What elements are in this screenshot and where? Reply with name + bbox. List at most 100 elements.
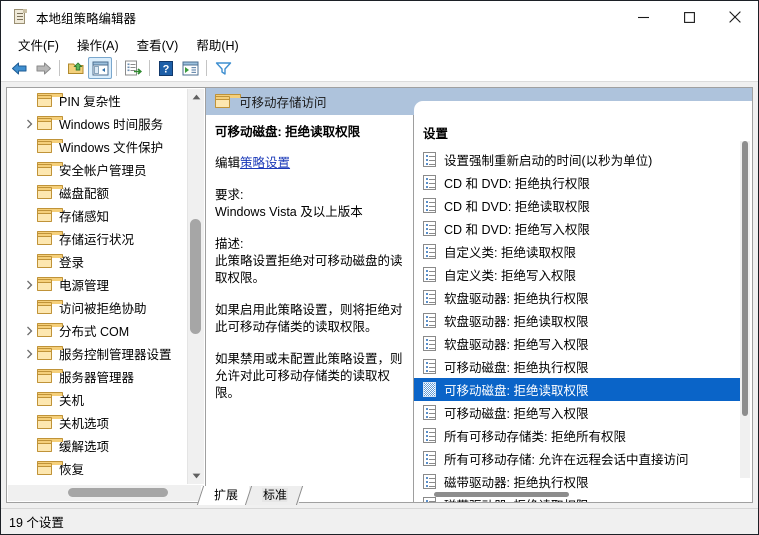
settings-list[interactable]: 设置 设置强制重新启动的时间(以秒为单位) CD 和 DVD: 拒绝执行权限 C… <box>414 115 752 502</box>
tree-item-label: 服务器管理器 <box>59 371 135 385</box>
folder-icon <box>37 92 63 109</box>
tree-item[interactable]: 关机 <box>8 388 188 411</box>
status-text: 19 个设置 <box>9 516 64 530</box>
up-folder-icon[interactable] <box>64 57 88 79</box>
list-item[interactable]: CD 和 DVD: 拒绝执行权限 <box>414 171 752 194</box>
list-item-label: 设置强制重新启动的时间(以秒为单位) <box>444 154 653 168</box>
edit-policy-setting-link[interactable]: 策略设置 <box>240 156 290 170</box>
tree-item[interactable]: Windows 时间服务 <box>8 112 188 135</box>
folder-icon <box>37 161 63 178</box>
policy-setting-icon <box>423 359 437 374</box>
menu-item-file[interactable]: 文件(F) <box>9 33 68 56</box>
description-label: 描述: <box>215 237 244 251</box>
tree-item-label: 存储感知 <box>59 210 110 224</box>
tree-item[interactable]: 服务器管理器 <box>8 365 188 388</box>
menu-item-view[interactable]: 查看(V) <box>128 33 188 56</box>
tab-standard-label: 标准 <box>262 488 289 502</box>
tree-item[interactable]: 分布式 COM <box>8 319 188 342</box>
settings-list-horizontal-scrollbar[interactable] <box>414 488 752 502</box>
window-controls <box>620 1 758 33</box>
chevron-placeholder <box>21 89 37 112</box>
chevron-right-icon[interactable] <box>21 319 37 342</box>
tree-item[interactable]: 存储运行状况 <box>8 227 188 250</box>
tree-item[interactable]: 电源管理 <box>8 273 188 296</box>
back-icon[interactable] <box>7 57 31 79</box>
tree-item[interactable]: PIN 复杂性 <box>8 89 188 112</box>
list-item[interactable]: 自定义类: 拒绝写入权限 <box>414 263 752 286</box>
list-item[interactable]: 设置强制重新启动的时间(以秒为单位) <box>414 148 752 171</box>
settings-list-scroll-thumb[interactable] <box>742 141 748 416</box>
list-item[interactable]: 软盘驱动器: 拒绝写入权限 <box>414 332 752 355</box>
chevron-right-icon[interactable] <box>21 112 37 135</box>
menu-item-help[interactable]: 帮助(H) <box>187 33 247 56</box>
policy-detail-panel: 可移动磁盘: 拒绝读取权限 编辑策略设置 要求: Windows Vista 及… <box>206 115 414 502</box>
tree-item[interactable]: 服务控制管理器设置 <box>8 342 188 365</box>
toolbar-separator <box>59 60 60 76</box>
list-item[interactable]: 自定义类: 拒绝读取权限 <box>414 240 752 263</box>
svg-text:?: ? <box>163 63 170 75</box>
list-item[interactable]: 软盘驱动器: 拒绝执行权限 <box>414 286 752 309</box>
tree-item-label: 分布式 COM <box>59 325 130 339</box>
tree-horizontal-scrollbar[interactable] <box>8 485 204 501</box>
tree-item[interactable]: 登录 <box>8 250 188 273</box>
tab-standard[interactable]: 标准 <box>244 486 304 505</box>
chevron-placeholder <box>21 181 37 204</box>
tree-item[interactable]: 脚本 <box>8 480 188 484</box>
chevron-placeholder <box>21 250 37 273</box>
list-item[interactable]: 软盘驱动器: 拒绝读取权限 <box>414 309 752 332</box>
tree-item[interactable]: 访问被拒绝协助 <box>8 296 188 319</box>
forward-icon[interactable] <box>31 57 55 79</box>
scroll-down-arrow-icon[interactable] <box>188 468 204 484</box>
policy-setting-icon <box>423 152 437 167</box>
settings-list-hscroll-thumb[interactable] <box>434 492 569 497</box>
close-button[interactable] <box>712 1 758 33</box>
policy-setting-icon <box>423 451 437 466</box>
tree-hscroll-thumb[interactable] <box>68 488 168 497</box>
console-tree[interactable]: PIN 复杂性 Windows 时间服务 Windows 文件保护 安全帐户管理… <box>8 89 188 484</box>
tree-item[interactable]: Windows 文件保护 <box>8 135 188 158</box>
tree-item[interactable]: 关机选项 <box>8 411 188 434</box>
list-item-label: CD 和 DVD: 拒绝执行权限 <box>444 177 590 191</box>
tree-item-label: 磁盘配额 <box>59 187 110 201</box>
minimize-button[interactable] <box>620 1 666 33</box>
tree-scroll-thumb[interactable] <box>190 219 201 334</box>
list-item[interactable]: 可移动磁盘: 拒绝执行权限 <box>414 355 752 378</box>
requirement-label: 要求: <box>215 188 244 202</box>
list-item[interactable]: 可移动磁盘: 拒绝写入权限 <box>414 401 752 424</box>
list-item-label: 可移动磁盘: 拒绝读取权限 <box>444 384 589 398</box>
folder-icon <box>215 93 241 110</box>
tree-item[interactable]: 安全帐户管理员 <box>8 158 188 181</box>
export-list-icon[interactable] <box>121 57 145 79</box>
list-item[interactable]: CD 和 DVD: 拒绝读取权限 <box>414 194 752 217</box>
list-item[interactable]: CD 和 DVD: 拒绝写入权限 <box>414 217 752 240</box>
tree-item[interactable]: 恢复 <box>8 457 188 480</box>
results-pane-header: 可移动存储访问 <box>206 88 752 115</box>
filter-icon[interactable] <box>211 57 235 79</box>
list-item-selected[interactable]: 可移动磁盘: 拒绝读取权限 <box>414 378 747 401</box>
list-item[interactable]: 所有可移动存储类: 拒绝所有权限 <box>414 424 752 447</box>
tab-extended[interactable]: 扩展 <box>196 486 254 505</box>
show-hide-tree-icon[interactable] <box>88 57 112 79</box>
toolbar-separator <box>116 60 117 76</box>
menu-item-action[interactable]: 操作(A) <box>68 33 128 56</box>
chevron-placeholder <box>21 434 37 457</box>
list-item[interactable]: 所有可移动存储: 允许在远程会话中直接访问 <box>414 447 752 470</box>
list-item-label: 自定义类: 拒绝读取权限 <box>444 246 576 260</box>
tree-item[interactable]: 磁盘配额 <box>8 181 188 204</box>
maximize-button[interactable] <box>666 1 712 33</box>
tree-vertical-scrollbar[interactable] <box>187 89 204 484</box>
tree-item[interactable]: 存储感知 <box>8 204 188 227</box>
help-icon[interactable]: ? <box>154 57 178 79</box>
toolbar: ? <box>1 55 758 82</box>
chevron-right-icon[interactable] <box>21 273 37 296</box>
header-notch <box>414 101 752 115</box>
tree-item-label: 缓解选项 <box>59 440 110 454</box>
list-item-label: CD 和 DVD: 拒绝写入权限 <box>444 223 590 237</box>
settings-list-vertical-scrollbar[interactable] <box>740 141 750 478</box>
properties-icon[interactable] <box>178 57 202 79</box>
policy-setting-icon <box>423 290 437 305</box>
chevron-right-icon[interactable] <box>21 342 37 365</box>
tree-item[interactable]: 缓解选项 <box>8 434 188 457</box>
description-paragraph: 如果禁用或未配置此策略设置，则允许对此可移动存储类的读取权限。 <box>215 352 403 400</box>
scroll-up-arrow-icon[interactable] <box>188 89 204 105</box>
